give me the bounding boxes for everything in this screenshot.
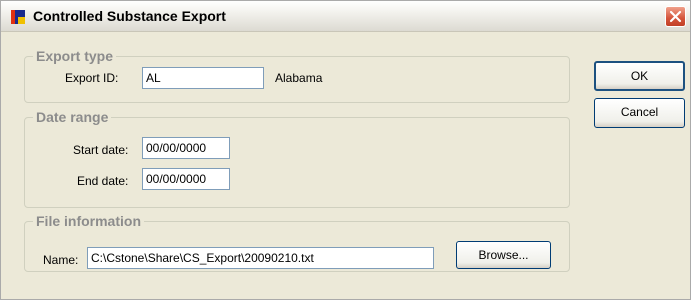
export-id-input[interactable]: AL — [142, 67, 264, 89]
browse-button[interactable]: Browse... — [456, 241, 551, 269]
start-date-input[interactable]: 00/00/0000 — [142, 137, 230, 159]
browse-button-label: Browse... — [478, 248, 529, 262]
end-date-input[interactable]: 00/00/0000 — [142, 168, 230, 190]
window-icon — [11, 10, 25, 24]
export-id-label: Export ID: — [65, 71, 119, 85]
window-title: Controlled Substance Export — [33, 8, 226, 24]
cancel-button[interactable]: Cancel — [594, 98, 685, 128]
state-name: Alabama — [275, 71, 323, 85]
dialog-window: Controlled Substance Export Export type … — [0, 0, 691, 300]
ok-button[interactable]: OK — [594, 61, 685, 91]
file-info-legend: File information — [36, 213, 141, 229]
title-bar[interactable]: Controlled Substance Export — [1, 1, 690, 32]
export-type-legend: Export type — [36, 48, 114, 64]
date-range-group: Date range — [24, 110, 570, 208]
end-date-label: End date: — [77, 174, 129, 188]
date-range-legend: Date range — [36, 109, 109, 125]
start-date-label: Start date: — [73, 143, 129, 157]
file-name-label: Name: — [43, 253, 79, 267]
close-icon — [669, 10, 682, 23]
cancel-button-label: Cancel — [620, 105, 659, 119]
close-button[interactable] — [665, 6, 686, 27]
file-name-input[interactable]: C:\Cstone\Share\CS_Export\20090210.txt — [87, 247, 434, 269]
ok-button-label: OK — [630, 69, 649, 83]
